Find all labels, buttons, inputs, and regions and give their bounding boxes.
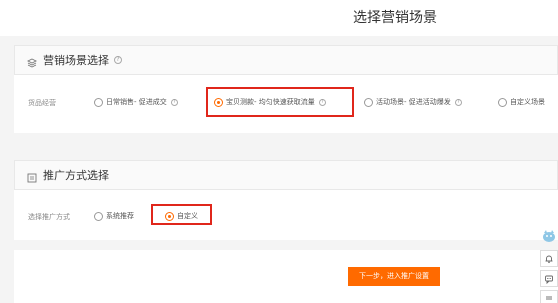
radio-button[interactable] xyxy=(94,211,103,221)
radio-button[interactable] xyxy=(94,97,103,107)
promo-section-header: 推广方式选择 xyxy=(14,160,558,190)
scene-option-daily-sales[interactable]: 日常销售- 促进成交 ? xyxy=(94,97,178,107)
scene-option-activity[interactable]: 活动场景- 促进活动爆发 ? xyxy=(364,97,462,107)
goods-management-label: 货品经营 xyxy=(28,99,56,107)
option-label: 日常销售- 促进成交 xyxy=(106,98,167,106)
next-step-button[interactable]: 下一步，进入推广设置 xyxy=(348,267,440,286)
menu-icon[interactable] xyxy=(540,290,558,303)
chat-icon[interactable] xyxy=(540,270,558,287)
promo-option-system[interactable]: 系统推荐 xyxy=(94,211,134,221)
bell-icon[interactable] xyxy=(540,250,558,267)
layers-icon xyxy=(26,55,38,68)
radio-button-selected[interactable] xyxy=(214,97,223,107)
mascot-icon xyxy=(540,229,556,243)
promo-option-custom[interactable]: 自定义 xyxy=(165,211,198,221)
page-title: 选择营销场景 xyxy=(353,10,437,26)
document-icon xyxy=(27,170,37,183)
scene-option-custom[interactable]: 自定义场景 xyxy=(498,97,545,107)
option-label: 宝贝测款- 均匀快速获取流量 xyxy=(226,98,315,106)
help-icon[interactable]: ? xyxy=(170,98,178,106)
scene-section: 营销场景选择 ? 货品经营 日常销售- 促进成交 ? 宝贝测款- 均匀快速获取流… xyxy=(14,45,558,133)
radio-button-selected[interactable] xyxy=(165,211,174,221)
help-icon[interactable]: ? xyxy=(318,98,326,106)
radio-button[interactable] xyxy=(498,97,507,107)
option-label: 系统推荐 xyxy=(106,212,134,220)
help-icon[interactable]: ? xyxy=(454,98,462,106)
option-label: 活动场景- 促进活动爆发 xyxy=(376,98,451,106)
option-label: 自定义场景 xyxy=(510,98,545,106)
scene-option-product-test[interactable]: 宝贝测款- 均匀快速获取流量 ? xyxy=(214,97,326,107)
help-icon[interactable]: ? xyxy=(114,56,122,64)
promo-section: 推广方式选择 选择推广方式 系统推荐 自定义 xyxy=(14,160,558,240)
footer-bar: 下一步，进入推广设置 xyxy=(14,250,558,303)
radio-button[interactable] xyxy=(364,97,373,107)
scene-section-title: 营销场景选择 xyxy=(43,54,109,67)
promo-section-title: 推广方式选择 xyxy=(43,169,109,182)
scene-section-header: 营销场景选择 ? xyxy=(14,45,558,75)
promo-method-label: 选择推广方式 xyxy=(28,213,70,221)
option-label: 自定义 xyxy=(177,212,198,220)
page-header: 选择营销场景 xyxy=(0,0,558,36)
